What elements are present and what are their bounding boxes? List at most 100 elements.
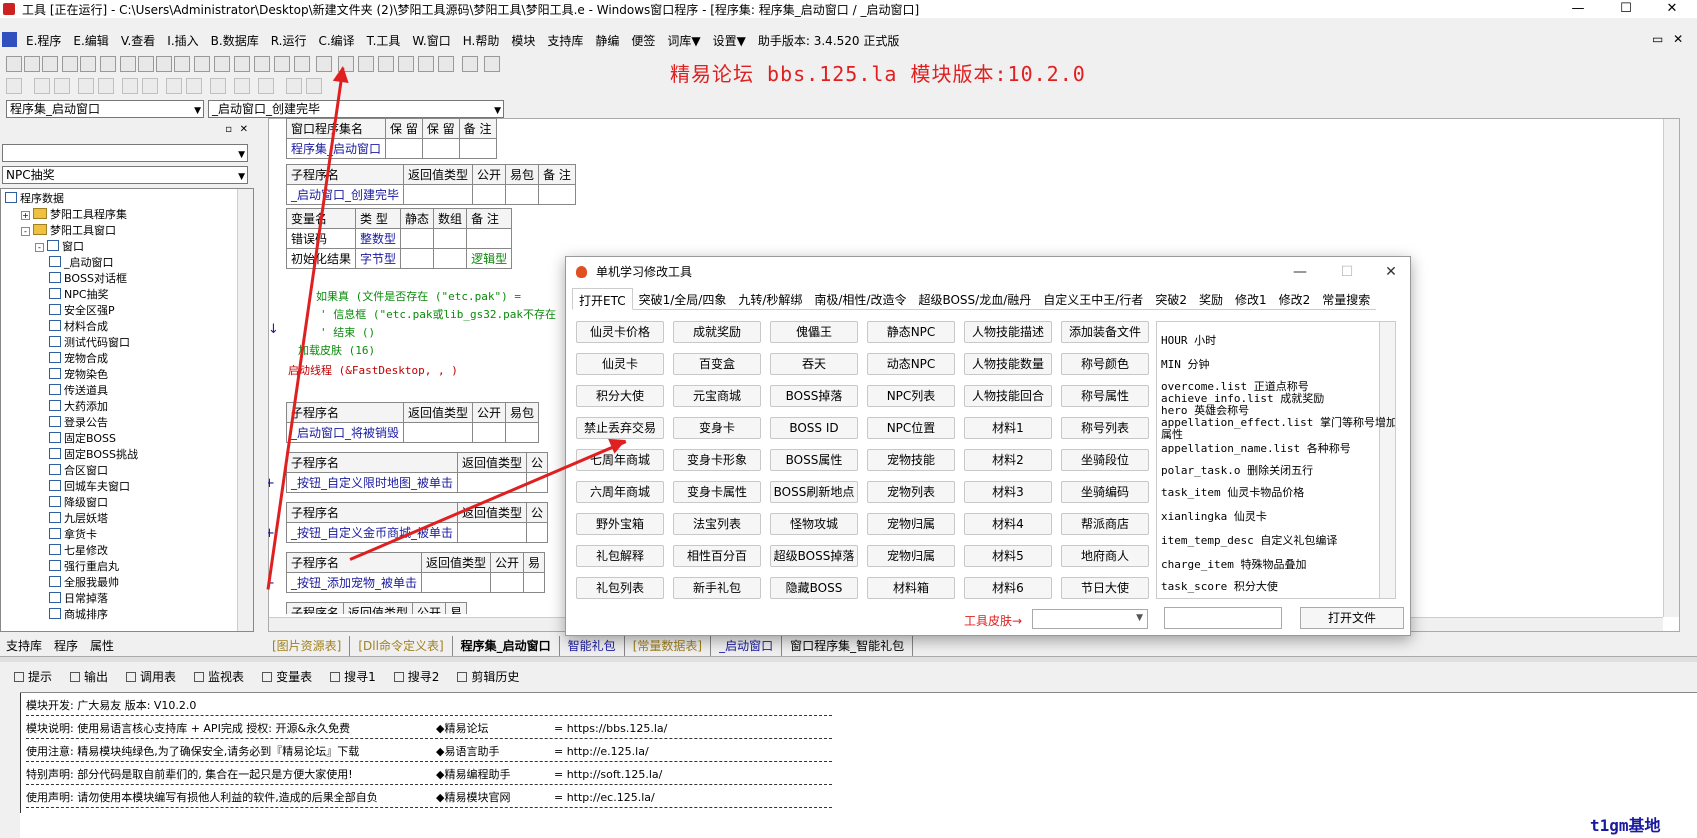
table-cell[interactable] [538, 184, 576, 205]
table-cell[interactable] [400, 248, 435, 269]
code-line[interactable]: 如果真 (文件是否存在 ("etc.pak") = [316, 288, 521, 304]
output-link-url[interactable]: = http://ec.125.la/ [554, 787, 655, 809]
table-cell[interactable]: 子程序名 [285, 502, 459, 523]
toolbar-button-16[interactable] [316, 56, 332, 72]
info-list-item[interactable]: task_item 仙灵卡物品价格 [1161, 484, 1304, 500]
info-list-item[interactable]: item_temp_desc 自定义礼包编译 [1161, 532, 1337, 548]
table-cell[interactable]: _按钮_添加宠物_被单击 [285, 572, 423, 593]
table-cell[interactable] [505, 422, 540, 443]
dialog-button[interactable]: 坐骑段位 [1061, 449, 1149, 471]
toolbar-button-3[interactable] [62, 56, 78, 72]
mdi-close-icon[interactable]: ✕ [1673, 32, 1683, 46]
dialog-button[interactable]: 地府商人 [1061, 545, 1149, 567]
toolbar-button-18[interactable] [358, 56, 374, 72]
table-cell[interactable]: 初始化结果 [285, 248, 357, 269]
toolbar-button-14[interactable] [274, 56, 290, 72]
dialog-button[interactable]: NPC位置 [867, 417, 955, 439]
table-cell[interactable]: _启动窗口_将被销毁 [285, 422, 405, 443]
table-cell[interactable]: 备 注 [458, 118, 497, 139]
dialog-button[interactable]: 静态NPC [867, 321, 955, 343]
table-cell[interactable]: 程序集_启动窗口 [285, 138, 387, 159]
toolbar-button-15[interactable] [294, 56, 310, 72]
info-list-item[interactable]: appellation_name.list 各种称号 [1161, 440, 1351, 456]
table-cell[interactable] [403, 184, 474, 205]
toolbar-button-10[interactable] [194, 56, 210, 72]
left-tab-2[interactable]: 属性 [84, 636, 120, 656]
toolbar-button-7[interactable] [138, 56, 154, 72]
tree-node[interactable]: + 梦阳工具程序集 [21, 207, 127, 223]
document-tab-3[interactable]: 智能礼包 [560, 636, 625, 656]
code-line[interactable]: ' 结束 () [320, 324, 375, 340]
table-cell[interactable]: 逻辑型 [466, 248, 513, 269]
dialog-tab-6[interactable]: 突破2 [1149, 288, 1193, 310]
dialog-button[interactable]: 仙灵卡价格 [576, 321, 664, 343]
menu-item-9[interactable]: H.帮助 [457, 32, 506, 49]
tree-scrollbar[interactable] [237, 189, 253, 631]
format-button-9[interactable] [210, 78, 226, 94]
tree-node[interactable]: 宠物合成 [49, 351, 108, 367]
panel-close-icon[interactable]: ✕ [240, 124, 248, 135]
expand-icon[interactable]: + [21, 211, 30, 220]
dialog-minimize-button[interactable]: — [1285, 261, 1315, 283]
dialog-tab-5[interactable]: 自定义王中王/行者 [1037, 288, 1150, 310]
splitter[interactable] [0, 656, 1697, 662]
table-cell[interactable]: 返回值类型 [343, 602, 414, 614]
menu-item-14[interactable]: 词库▼ [661, 32, 706, 49]
table-cell[interactable]: 公开 [490, 552, 525, 573]
tree-node[interactable]: 强行重启丸 [49, 559, 119, 575]
table-cell[interactable]: 公开 [472, 402, 507, 423]
toolbar-button-6[interactable] [120, 56, 136, 72]
dialog-tab-1[interactable]: 突破1/全局/四象 [632, 288, 733, 310]
tree-node[interactable]: 固定BOSS挑战 [49, 447, 138, 463]
tree-node[interactable]: 商城排序 [49, 607, 108, 623]
dialog-button[interactable]: 怪物攻城 [770, 513, 858, 535]
dialog-tab-10[interactable]: 常量搜索 [1316, 288, 1377, 310]
dialog-button[interactable]: 人物技能描述 [964, 321, 1052, 343]
tree-node[interactable]: 九层妖塔 [49, 511, 108, 527]
dialog-button[interactable]: 超级BOSS掉落 [770, 545, 858, 567]
toolbar-button-2[interactable] [42, 56, 58, 72]
toolbar-button-5[interactable] [100, 56, 116, 72]
dialog-button[interactable]: 百变盒 [673, 353, 761, 375]
code-line[interactable]: ' 信息框 ("etc.pak或lib_gs32.pak不存在 [320, 306, 556, 322]
dialog-button[interactable]: 添加装备文件 [1061, 321, 1149, 343]
dialog-button[interactable]: BOSS掉落 [770, 385, 858, 407]
format-button-13[interactable] [306, 78, 322, 94]
table-cell[interactable]: 子程序名 [285, 402, 405, 423]
tree-node[interactable]: 降级窗口 [49, 495, 108, 511]
dialog-button[interactable]: 隐藏BOSS [770, 577, 858, 599]
table-cell[interactable]: 备 注 [538, 164, 576, 185]
tree-node[interactable]: 传送道具 [49, 383, 108, 399]
dialog-button[interactable]: NPC列表 [867, 385, 955, 407]
dialog-button[interactable]: BOSS属性 [770, 449, 858, 471]
dialog-close-button[interactable]: ✕ [1376, 261, 1406, 283]
tree-node[interactable]: - 梦阳工具窗口 [21, 223, 116, 239]
open-file-button[interactable]: 打开文件 [1300, 607, 1404, 629]
table-cell[interactable] [403, 422, 474, 443]
format-button-10[interactable] [234, 78, 250, 94]
table-cell[interactable] [526, 522, 549, 543]
dialog-button[interactable]: 积分大使 [576, 385, 664, 407]
output-link-url[interactable]: = https://bbs.125.la/ [554, 718, 667, 740]
document-tab-4[interactable]: [常量数据表] [625, 636, 712, 656]
left-search-combo[interactable]: ▼ [2, 144, 248, 162]
info-list-item[interactable]: charge_item 特殊物品叠加 [1161, 556, 1306, 572]
menu-item-13[interactable]: 便签 [625, 32, 661, 49]
file-path-input[interactable] [1164, 607, 1282, 629]
dialog-button[interactable]: 七周年商城 [576, 449, 664, 471]
table-cell[interactable]: 类 型 [355, 208, 402, 229]
dialog-button[interactable]: 宠物归属 [867, 513, 955, 535]
output-tab-6[interactable]: 搜寻2 [390, 666, 444, 688]
document-tab-1[interactable]: [Dll命令定义表] [350, 636, 453, 656]
table-cell[interactable]: 数组 [433, 208, 468, 229]
dialog-button[interactable]: 材料3 [964, 481, 1052, 503]
tree-node[interactable]: 七星修改 [49, 543, 108, 559]
document-tab-5[interactable]: _启动窗口 [711, 636, 783, 656]
toolbar-button-13[interactable] [254, 56, 270, 72]
toolbar-button-20[interactable] [398, 56, 414, 72]
dialog-button[interactable]: 人物技能回合 [964, 385, 1052, 407]
table-cell[interactable] [385, 138, 423, 159]
tree-node[interactable]: 合区窗口 [49, 463, 108, 479]
info-list-item[interactable]: task_score 积分大使 [1161, 578, 1278, 594]
dialog-button[interactable]: BOSS ID [770, 417, 858, 439]
